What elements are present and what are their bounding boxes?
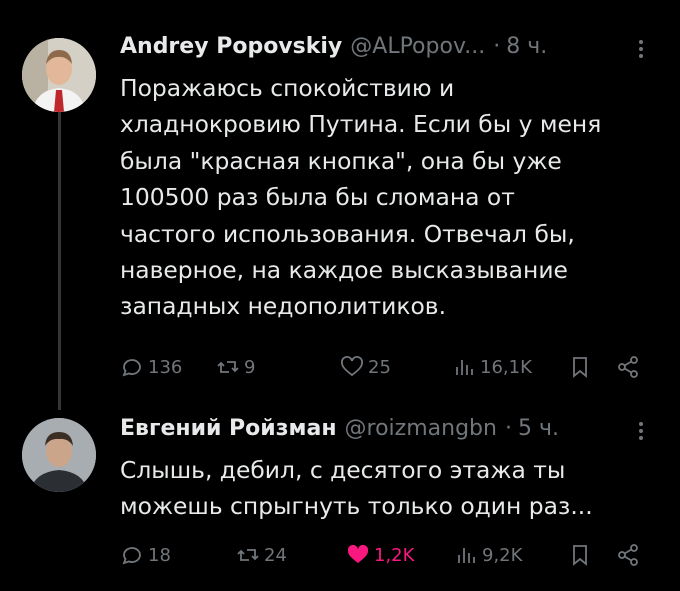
views-icon <box>458 548 475 563</box>
separator: · <box>493 34 501 59</box>
like-icon <box>341 356 363 377</box>
share-button[interactable] <box>616 540 644 570</box>
retweet-button[interactable]: 24 <box>236 540 287 570</box>
like-button[interactable]: 25 <box>340 352 391 382</box>
view-count: 9,2K <box>482 544 523 566</box>
author-handle[interactable]: @ALPopov... <box>350 34 485 59</box>
tweet-actions: 136 9 25 16,1K <box>120 352 640 382</box>
reply-button[interactable]: 18 <box>120 540 171 570</box>
author-handle[interactable]: @roizmangbn <box>345 416 497 441</box>
like-button[interactable]: 1,2K <box>346 540 414 570</box>
share-icon <box>618 356 638 378</box>
more-icon[interactable] <box>638 38 644 60</box>
tweet-text: Слышь, дебил, с десятого этажа ты можешь… <box>120 452 630 525</box>
retweet-icon <box>237 549 259 561</box>
thread-line <box>58 110 61 410</box>
tweet-actions: 18 24 1,2K 9,2K <box>120 540 640 570</box>
tweet-line: Слышь, дебил, с десятого этажа ты <box>120 456 566 484</box>
views-button[interactable]: 16,1K <box>452 352 532 382</box>
reply-count: 136 <box>148 356 183 378</box>
share-button[interactable] <box>616 352 644 382</box>
bookmark-icon <box>573 545 587 566</box>
more-icon[interactable] <box>638 420 644 442</box>
like-count: 1,2K <box>374 544 415 566</box>
tweet-line: 100500 раз была бы сломана от <box>120 183 515 212</box>
separator: · <box>504 416 512 441</box>
retweet-button[interactable]: 9 <box>216 352 255 382</box>
tweet-line: наверное, на каждое высказывание <box>120 256 568 285</box>
retweet-icon <box>217 361 239 373</box>
tweet-line: частого использования. Отвечал бы, <box>120 219 575 248</box>
tweet-line: можешь спрыгнуть только один раз... <box>120 492 593 521</box>
retweet-count: 24 <box>264 544 287 566</box>
reply-count: 18 <box>148 544 171 566</box>
author-name[interactable]: Andrey Popovskiy <box>120 34 342 59</box>
bookmark-button[interactable] <box>568 540 596 570</box>
tweet-header: Andrey Popovskiy @ALPopov... · 8 ч. <box>120 34 547 59</box>
share-icon <box>618 544 638 566</box>
reply-icon <box>122 359 141 377</box>
tweet-line: Поражаюсь спокойствию и <box>120 74 455 102</box>
reply-icon <box>122 547 141 565</box>
reply-button[interactable]: 136 <box>120 352 182 382</box>
views-icon <box>456 360 473 375</box>
like-count: 25 <box>368 356 391 378</box>
timestamp[interactable]: 5 ч. <box>518 416 559 441</box>
bookmark-button[interactable] <box>568 352 596 382</box>
avatar-andrey[interactable] <box>22 38 96 112</box>
tweet-text: Поражаюсь спокойствию и хладнокровию Пут… <box>120 70 630 325</box>
avatar-roizman[interactable] <box>22 418 96 492</box>
retweet-count: 9 <box>244 356 256 378</box>
tweet-line: хладнокровию Путина. Если бы у меня <box>120 110 602 139</box>
tweet-line: западных недополитиков. <box>120 292 447 321</box>
author-name[interactable]: Евгений Ройзман <box>120 416 337 441</box>
views-button[interactable]: 9,2K <box>454 540 522 570</box>
timestamp[interactable]: 8 ч. <box>506 34 547 59</box>
tweet-header: Евгений Ройзман @roizmangbn · 5 ч. <box>120 416 559 441</box>
bookmark-icon <box>573 357 587 378</box>
tweet-line: была "красная кнопка", она бы уже <box>120 146 562 175</box>
like-icon <box>347 544 369 563</box>
view-count: 16,1K <box>480 356 532 378</box>
